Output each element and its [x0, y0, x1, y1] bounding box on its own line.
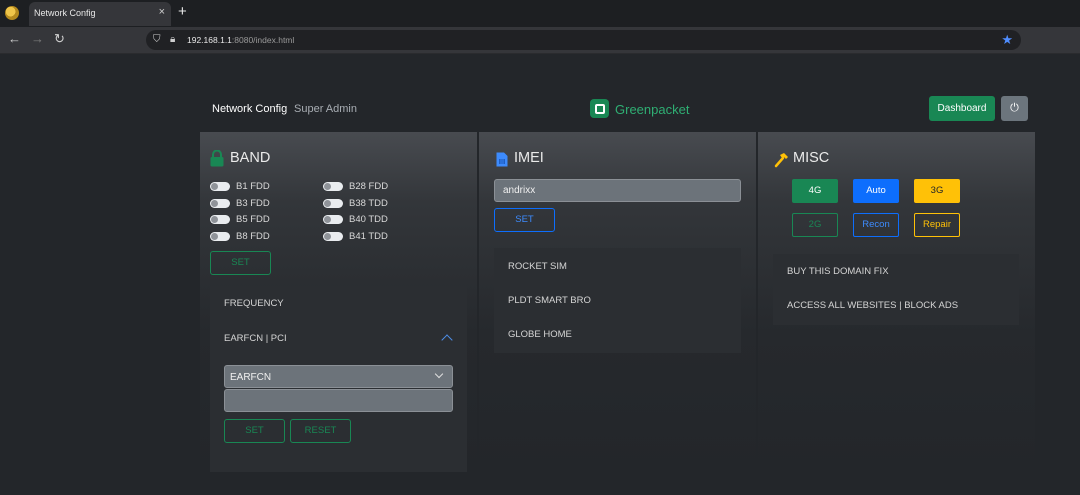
browser-app-icon[interactable] [5, 6, 19, 20]
nav-link-super-admin[interactable]: Super Admin [294, 103, 357, 115]
earfcn-select[interactable]: EARFCN [224, 365, 453, 388]
address-bar[interactable]: ⛉ 🔒︎ 192.168.1.1:8080/index.html ★ [146, 30, 1021, 50]
band-label: B1 FDD [236, 181, 270, 192]
pci-input[interactable] [224, 389, 453, 412]
back-arrow-icon[interactable]: ← [8, 32, 21, 46]
band-label: B38 TDD [349, 198, 388, 209]
imei-set-button[interactable]: SET [494, 208, 555, 232]
reload-icon[interactable]: ↻ [54, 32, 65, 46]
recon-button[interactable]: Recon [853, 213, 899, 237]
band-toggle-b41[interactable] [323, 232, 343, 241]
band-label: B8 FDD [236, 231, 270, 242]
imei-input[interactable]: andrixx [494, 179, 741, 202]
browser-toolbar: ← → ↻ ⛉ 🔒︎ 192.168.1.1:8080/index.html ★ [0, 27, 1080, 54]
sim-preset-item[interactable]: PLDT SMART BRO [508, 295, 591, 306]
band-label: B28 FDD [349, 181, 389, 192]
imei-title: IMEI [514, 150, 544, 166]
tab-title: Network Config [34, 8, 96, 18]
imei-input-value: andrixx [503, 185, 536, 196]
band-toggle-b5[interactable] [210, 215, 230, 224]
band-toggle-b28[interactable] [323, 182, 343, 191]
browser-tab[interactable]: Network Config × [29, 2, 171, 26]
url-host: 192.168.1.1 [187, 35, 232, 45]
mode-2g-button[interactable]: 2G [792, 213, 838, 237]
band-title: BAND [230, 150, 271, 166]
mode-auto-button[interactable]: Auto [853, 179, 899, 203]
url-path: :8080/index.html [231, 35, 295, 45]
band-toggle-b1[interactable] [210, 182, 230, 191]
frequency-label[interactable]: FREQUENCY [224, 298, 284, 309]
sim-card-icon [496, 152, 508, 167]
new-tab-icon[interactable]: + [178, 3, 187, 20]
mode-4g-button[interactable]: 4G [792, 179, 838, 203]
mode-3g-button[interactable]: 3G [914, 179, 960, 203]
band-label: B3 FDD [236, 198, 270, 209]
misc-option-item[interactable]: ACCESS ALL WEBSITES | BLOCK ADS [787, 300, 958, 311]
misc-option-item[interactable]: BUY THIS DOMAIN FIX [787, 266, 889, 277]
bookmark-star-icon[interactable]: ★ [1001, 32, 1013, 48]
lock-icon[interactable]: 🔒︎ [170, 34, 175, 45]
navbar-brand[interactable]: Network Config [212, 103, 287, 115]
band-toggle-b38[interactable] [323, 199, 343, 208]
band-toggle-b3[interactable] [210, 199, 230, 208]
logo-text: Greenpacket [615, 102, 690, 117]
dashboard-button[interactable]: Dashboard [929, 96, 995, 121]
band-toggle-b8[interactable] [210, 232, 230, 241]
earfcn-select-value: EARFCN [230, 372, 272, 383]
forward-arrow-icon[interactable]: → [31, 32, 44, 46]
url-text[interactable]: 192.168.1.1:8080/index.html [187, 35, 294, 45]
power-button[interactable]: ⏻ [1001, 96, 1028, 121]
band-label: B5 FDD [236, 214, 270, 225]
band-set-button[interactable]: SET [210, 251, 271, 275]
browser-tab-bar: Network Config × + [0, 0, 1080, 27]
misc-title: MISC [793, 150, 830, 166]
tab-close-icon[interactable]: × [159, 6, 165, 18]
band-label: B41 TDD [349, 231, 388, 242]
sim-preset-item[interactable]: ROCKET SIM [508, 261, 567, 272]
lock-icon [210, 150, 224, 167]
misc-options-panel [773, 254, 1019, 325]
chevron-down-icon [434, 369, 444, 379]
band-label: B40 TDD [349, 214, 388, 225]
sim-preset-item[interactable]: GLOBE HOME [508, 329, 572, 340]
earfcn-set-button[interactable]: SET [224, 419, 285, 443]
earfcn-pci-header[interactable]: EARFCN | PCI [224, 333, 287, 344]
repair-button[interactable]: Repair [914, 213, 960, 237]
band-toggle-b40[interactable] [323, 215, 343, 224]
shield-icon[interactable]: ⛉ [153, 34, 161, 45]
earfcn-reset-button[interactable]: RESET [290, 419, 351, 443]
hammer-icon [774, 153, 788, 168]
greenpacket-logo-icon [590, 99, 609, 118]
